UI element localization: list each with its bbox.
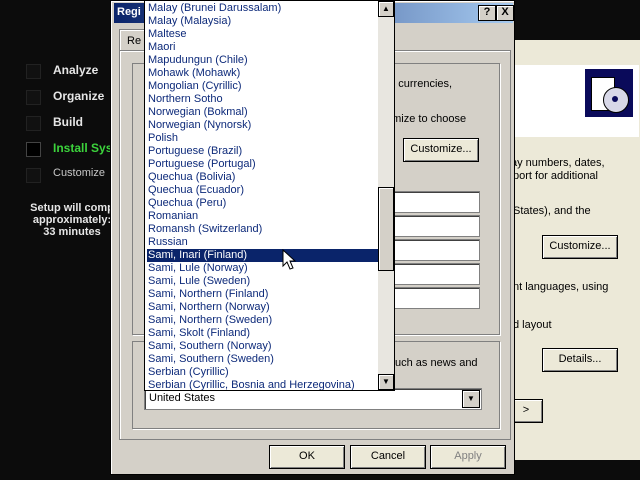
dropdown-item[interactable]: Sami, Southern (Sweden) [147, 353, 378, 366]
dropdown-item[interactable]: Serbian (Cyrillic) [147, 366, 378, 379]
setup-note-line: Setup will comp [30, 202, 114, 214]
dropdown-item[interactable]: Portuguese (Brazil) [147, 145, 378, 158]
dialog-title: Regi [117, 6, 141, 18]
step-bullet [26, 142, 41, 157]
dropdown-item[interactable]: Sami, Lule (Norway) [147, 262, 378, 275]
description-text: omize to choose [386, 113, 467, 125]
apply-button[interactable]: Apply [430, 445, 506, 469]
chevron-down-icon[interactable]: ▼ [462, 390, 480, 408]
description-text: ay numbers, dates, [511, 157, 605, 169]
step-label: Organize [53, 89, 105, 103]
up-arrow-icon[interactable]: ▲ [378, 1, 394, 17]
header-area [513, 65, 639, 137]
close-button[interactable]: X [496, 5, 514, 21]
dropdown-item[interactable]: Malay (Brunei Darussalam) [147, 2, 378, 15]
description-text: States), and the [513, 205, 591, 217]
locale-combo[interactable]: United States ▼ [144, 388, 482, 410]
dropdown-item[interactable]: Norwegian (Bokmal) [147, 106, 378, 119]
sample-currency-field [390, 215, 480, 237]
setup-note-line: 33 minutes [43, 226, 101, 238]
step-label: Build [53, 115, 83, 129]
sample-number-field [390, 191, 480, 213]
sample-time-field [390, 239, 480, 261]
setup-time-note: Setup will comp approximately: 33 minute… [24, 202, 120, 238]
dropdown-item[interactable]: Northern Sotho [147, 93, 378, 106]
dropdown-item[interactable]: Sami, Lule (Sweden) [147, 275, 378, 288]
help-button[interactable]: ? [478, 5, 496, 21]
dropdown-item[interactable]: Maltese [147, 28, 378, 41]
dropdown-item[interactable]: Sami, Inari (Finland) [147, 249, 378, 262]
sample-short-date-field [390, 263, 480, 285]
dropdown-item[interactable]: Sami, Northern (Sweden) [147, 314, 378, 327]
dropdown-item[interactable]: Mapudungun (Chile) [147, 54, 378, 67]
mouse-pointer-icon [282, 249, 297, 270]
dropdown-item[interactable]: Romanian [147, 210, 378, 223]
dropdown-item[interactable]: Norwegian (Nynorsk) [147, 119, 378, 132]
description-text: nt languages, using [513, 281, 609, 293]
dropdown-item[interactable]: Quechua (Peru) [147, 197, 378, 210]
details-button[interactable]: Details... [542, 348, 618, 372]
tab-label: Re [127, 35, 142, 47]
dropdown-item[interactable]: Sami, Southern (Norway) [147, 340, 378, 353]
dropdown-item[interactable]: Russian [147, 236, 378, 249]
customize-top-button[interactable]: Customize... [403, 138, 479, 162]
dropdown-item[interactable]: Quechua (Ecuador) [147, 184, 378, 197]
step-label: Analyze [53, 63, 99, 77]
locale-combo-value: United States [149, 392, 216, 404]
dropdown-item[interactable]: Sami, Skolt (Finland) [147, 327, 378, 340]
description-text: d layout [513, 319, 552, 331]
step-bullet [26, 116, 41, 131]
dropdown-item[interactable]: Portuguese (Portugal) [147, 158, 378, 171]
step-label: Install Sys [53, 141, 113, 155]
dropdown-item[interactable]: Serbian (Cyrillic, Bosnia and Herzegovin… [147, 379, 378, 390]
down-arrow-icon[interactable]: ▼ [378, 374, 394, 390]
step-bullet [26, 64, 41, 79]
dropdown-item[interactable]: Quechua (Bolivia) [147, 171, 378, 184]
dropdown-item[interactable]: Mongolian (Cyrillic) [147, 80, 378, 93]
regional-options-dialog-back: ay numbers, dates, port for additional S… [509, 40, 640, 460]
setup-package-icon [585, 69, 633, 117]
vertical-scrollbar[interactable]: ▲ ▼ [378, 1, 394, 390]
customize-button[interactable]: Customize... [542, 235, 618, 259]
description-text: port for additional [513, 170, 598, 182]
dropdown-item[interactable]: Malay (Malaysia) [147, 15, 378, 28]
scrollbar-thumb[interactable] [378, 187, 394, 271]
dropdown-item[interactable]: Polish [147, 132, 378, 145]
dropdown-item[interactable]: Sami, Northern (Norway) [147, 301, 378, 314]
locale-dropdown-list[interactable]: Malay (Brunei Darussalam) Malay (Malaysia… [144, 0, 395, 391]
cancel-button[interactable]: Cancel [350, 445, 426, 469]
dropdown-item[interactable]: Mohawk (Mohawk) [147, 67, 378, 80]
dropdown-item[interactable]: Sami, Northern (Finland) [147, 288, 378, 301]
ok-button[interactable]: OK [269, 445, 345, 469]
step-bullet [26, 90, 41, 105]
dropdown-item[interactable]: Maori [147, 41, 378, 54]
setup-note-line: approximately: [32, 214, 112, 226]
step-bullet [26, 168, 41, 183]
dropdown-item[interactable]: Romansh (Switzerland) [147, 223, 378, 236]
sample-long-date-field [390, 287, 480, 309]
step-label: Customize [53, 167, 105, 179]
description-text: uch as news and [395, 357, 478, 369]
